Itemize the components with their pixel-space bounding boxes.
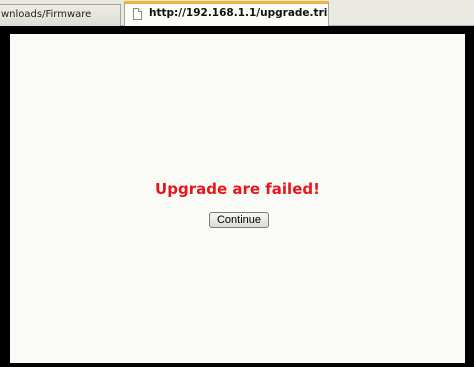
browser-content-frame: Upgrade are failed! Continue <box>0 26 474 367</box>
tab-strip: wnloads/Firmware http://192.168.1.1/upgr… <box>0 0 474 27</box>
tab-label: wnloads/Firmware <box>1 9 92 20</box>
continue-button[interactable]: Continue <box>209 212 269 228</box>
page-icon <box>133 8 142 20</box>
tab-upgrade[interactable]: http://192.168.1.1/upgrade.tri <box>124 1 329 26</box>
error-message: Upgrade are failed! <box>155 180 320 198</box>
tab-firmware[interactable]: wnloads/Firmware <box>0 4 121 27</box>
page-viewport: Upgrade are failed! Continue <box>10 34 465 363</box>
browser-window: wnloads/Firmware http://192.168.1.1/upgr… <box>0 0 474 367</box>
tab-label: http://192.168.1.1/upgrade.tri <box>149 7 328 19</box>
